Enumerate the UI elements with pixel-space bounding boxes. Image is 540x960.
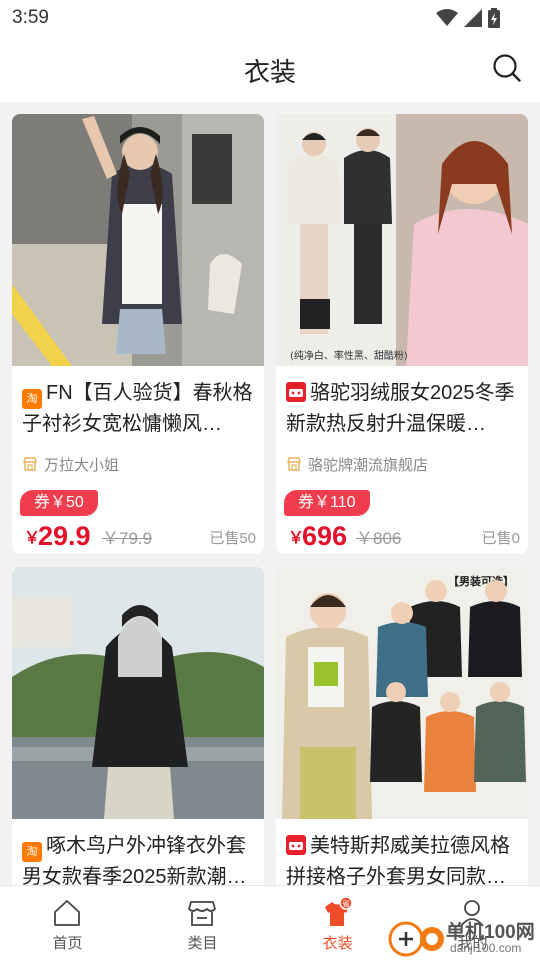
savings-badge-text: 省 bbox=[342, 899, 350, 909]
price-row: ￥ 29.9 ￥79.9 已售50 bbox=[12, 518, 264, 554]
status-time: 3:59 bbox=[12, 7, 49, 28]
shop-name: 万拉大小姐 bbox=[44, 456, 120, 474]
category-icon bbox=[188, 901, 216, 926]
coupon-badge[interactable]: 券￥110 bbox=[284, 490, 370, 516]
cellular-signal-icon bbox=[464, 9, 482, 27]
product-title[interactable]: 美特斯邦威美拉德风格拼接格子外套男女同款… bbox=[276, 831, 528, 885]
watermark-url: danji100.com bbox=[450, 941, 522, 955]
product-feed[interactable]: 淘 FN【百人验货】春秋格子衬衫女宽松慵懒风… 万拉大小姐 券￥50 ￥ 29.9… bbox=[0, 102, 540, 885]
product-image: (纯净白、率性黑、甜酷粉) bbox=[276, 114, 528, 366]
product-title-text: FN【百人验货】春秋格子衬衫女宽松慵懒风… bbox=[22, 382, 253, 435]
shop-name: 骆驼牌潮流旗舰店 bbox=[308, 456, 429, 474]
site-watermark: 单机100网 danji100.com bbox=[388, 915, 536, 959]
current-price: 29.9 bbox=[38, 521, 91, 551]
product-card[interactable]: 淘啄木鸟户外冲锋衣外套男女款春季2025新款潮… bbox=[12, 567, 264, 885]
watermark-title: 单机100网 bbox=[446, 922, 535, 943]
taobao-badge-icon: 淘 bbox=[22, 389, 42, 409]
product-card[interactable]: 【男装可选】 美特斯邦威美拉德风格拼接格子外套男女同款… bbox=[276, 567, 528, 885]
product-title-text: 啄木鸟户外冲锋衣外套男女款春季2025新款潮… bbox=[22, 835, 247, 885]
tmall-badge-icon bbox=[286, 382, 306, 402]
product-title[interactable]: 淘 FN【百人验货】春秋格子衬衫女宽松慵懒风… bbox=[12, 378, 264, 440]
original-price: ￥79.9 bbox=[102, 529, 153, 548]
coupon-badge[interactable]: 券￥50 bbox=[20, 490, 98, 516]
shop-icon bbox=[287, 457, 301, 471]
battery-icon bbox=[488, 8, 500, 28]
product-image bbox=[12, 567, 264, 819]
tab-clothing-label: 衣装 bbox=[322, 935, 353, 952]
tmall-badge-icon bbox=[286, 835, 306, 855]
watermark-logo-icon bbox=[388, 921, 444, 957]
product-card[interactable]: (纯净白、率性黑、甜酷粉) 骆驼羽绒服女2025冬季新款热反射升温保暖… 骆驼牌… bbox=[276, 114, 528, 554]
product-card[interactable]: 淘 FN【百人验货】春秋格子衬衫女宽松慵懒风… 万拉大小姐 券￥50 ￥ 29.9… bbox=[12, 114, 264, 554]
product-title-text: 美特斯邦威美拉德风格拼接格子外套男女同款… bbox=[286, 835, 510, 885]
tab-clothing[interactable]: 省 衣装 bbox=[270, 886, 405, 960]
original-price: ￥806 bbox=[356, 529, 402, 548]
tab-home[interactable]: 首页 bbox=[0, 886, 135, 960]
shop-icon bbox=[23, 457, 37, 471]
product-image-caption: (纯净白、率性黑、甜酷粉) bbox=[290, 349, 408, 362]
clothing-icon: 省 bbox=[325, 898, 352, 926]
product-image bbox=[12, 114, 264, 366]
status-icons bbox=[436, 8, 500, 28]
wifi-icon bbox=[436, 9, 458, 26]
status-bar: 3:59 bbox=[0, 0, 540, 36]
shop-row[interactable]: 万拉大小姐 bbox=[12, 452, 264, 476]
header: 衣装 bbox=[0, 36, 540, 102]
sold-count: 已售50 bbox=[209, 530, 256, 547]
price-row: ￥ 696 ￥806 已售0 bbox=[276, 518, 528, 554]
search-icon[interactable] bbox=[492, 53, 522, 83]
product-image: 【男装可选】 bbox=[276, 567, 528, 819]
page-title: 衣装 bbox=[243, 57, 296, 87]
tab-home-label: 首页 bbox=[52, 935, 83, 952]
taobao-badge-icon: 淘 bbox=[22, 842, 42, 862]
home-icon bbox=[54, 900, 80, 926]
product-title-text: 骆驼羽绒服女2025冬季新款热反射升温保暖… bbox=[286, 382, 515, 435]
tab-category[interactable]: 类目 bbox=[135, 886, 270, 960]
product-title[interactable]: 骆驼羽绒服女2025冬季新款热反射升温保暖… bbox=[276, 378, 528, 440]
current-price: 696 bbox=[302, 521, 348, 551]
tab-category-label: 类目 bbox=[187, 935, 218, 952]
sold-count: 已售0 bbox=[481, 530, 520, 547]
product-title[interactable]: 淘啄木鸟户外冲锋衣外套男女款春季2025新款潮… bbox=[12, 831, 264, 885]
shop-row[interactable]: 骆驼牌潮流旗舰店 bbox=[276, 452, 528, 476]
